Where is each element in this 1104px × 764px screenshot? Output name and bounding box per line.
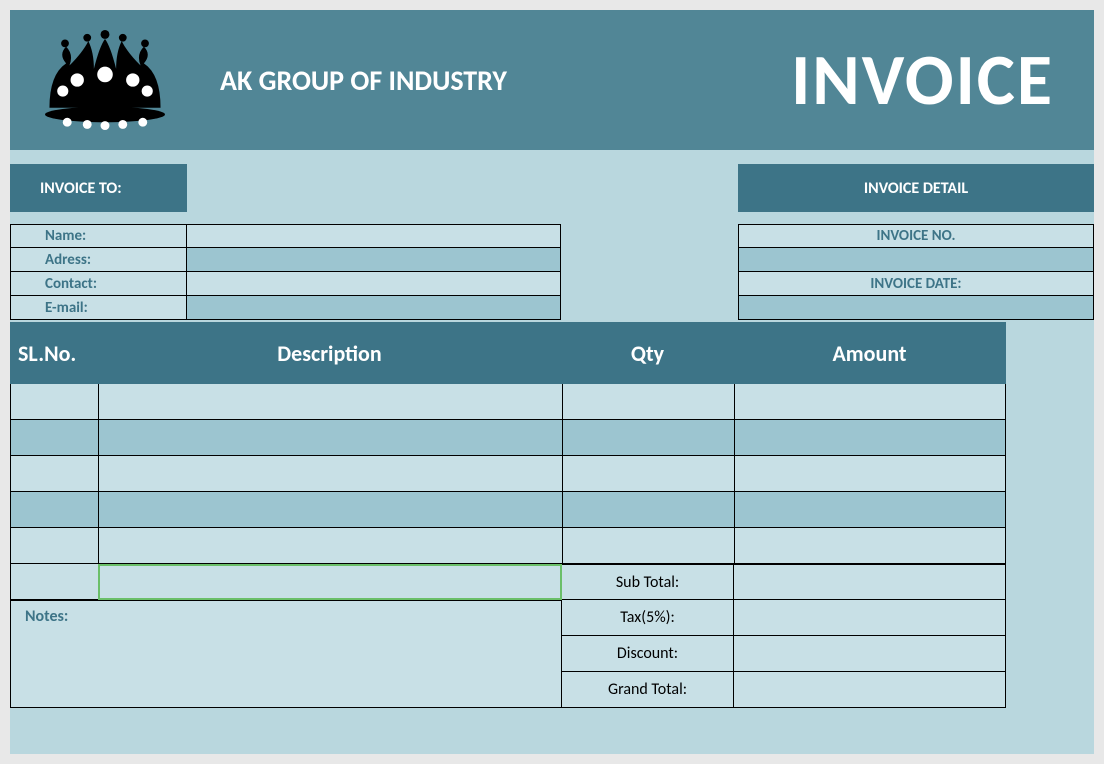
crown-icon [30,25,180,135]
header-banner: AK GROUP OF INDUSTRY INVOICE [10,10,1094,150]
invoice-detail-label: INVOICE DETAIL [738,164,1094,212]
cell-amt[interactable] [734,456,1006,492]
cell-amt[interactable] [734,384,1006,420]
th-description: Description [98,322,562,384]
cell-desc[interactable] [98,492,562,528]
cell-sl[interactable] [10,384,98,420]
th-amount: Amount [734,322,1006,384]
grand-total-label: Grand Total: [562,672,734,708]
summary-tax-row: Notes: Tax(5%): [10,600,1094,636]
cell-sl[interactable] [10,420,98,456]
invoice-to-label: INVOICE TO: [10,164,187,212]
discount-label: Discount: [562,636,734,672]
tax-value[interactable] [734,600,1006,636]
th-qty: Qty [562,322,734,384]
table-row [10,456,1094,492]
cell-qty[interactable] [562,384,734,420]
summary-subtotal-row: Sub Total: [10,564,1094,600]
email-label: E-mail: [10,296,187,320]
cell-sl[interactable] [10,492,98,528]
subtotal-value[interactable] [734,564,1006,600]
table-row [10,528,1094,564]
contact-label: Contact: [10,272,187,296]
cell-qty[interactable] [562,528,734,564]
email-input[interactable] [187,296,561,320]
cell-sl[interactable] [10,528,98,564]
cell-amt[interactable] [734,420,1006,456]
table-row [10,492,1094,528]
invoice-date-value[interactable] [738,296,1094,320]
cell-desc[interactable] [98,528,562,564]
invoice-no-value[interactable] [738,248,1094,272]
cell-sl[interactable] [10,456,98,492]
cell-desc[interactable] [98,384,562,420]
invoice-to-fields: Name: Adress: Contact: E-mail: [10,224,561,320]
table-row [10,384,1094,420]
name-input[interactable] [187,224,561,248]
th-slno: SL.No. [10,322,98,384]
company-name: AK GROUP OF INDUSTRY [220,63,507,98]
selected-cell[interactable] [98,564,562,600]
address-label: Adress: [10,248,187,272]
cell-amt[interactable] [734,528,1006,564]
contact-input[interactable] [187,272,561,296]
invoice-no-label: INVOICE NO. [738,224,1094,248]
info-header-row: INVOICE TO: INVOICE DETAIL [10,164,1094,212]
discount-value[interactable] [734,636,1006,672]
cell-desc[interactable] [98,420,562,456]
cell-desc[interactable] [98,456,562,492]
invoice-detail-fields: INVOICE NO. INVOICE DATE: [738,224,1094,320]
subtotal-label: Sub Total: [562,564,734,600]
notes-area[interactable]: Notes: [10,600,562,708]
cell-qty[interactable] [562,492,734,528]
tax-label: Tax(5%): [562,600,734,636]
address-input[interactable] [187,248,561,272]
invoice-page: AK GROUP OF INDUSTRY INVOICE INVOICE TO:… [10,10,1094,754]
notes-label: Notes: [25,607,68,626]
cell-qty[interactable] [562,420,734,456]
invoice-date-label: INVOICE DATE: [738,272,1094,296]
table-row [10,420,1094,456]
name-label: Name: [10,224,187,248]
invoice-title: INVOICE [791,36,1054,124]
grand-total-value[interactable] [734,672,1006,708]
table-header: SL.No. Description Qty Amount [10,322,1094,384]
cell-qty[interactable] [562,456,734,492]
cell-amt[interactable] [734,492,1006,528]
